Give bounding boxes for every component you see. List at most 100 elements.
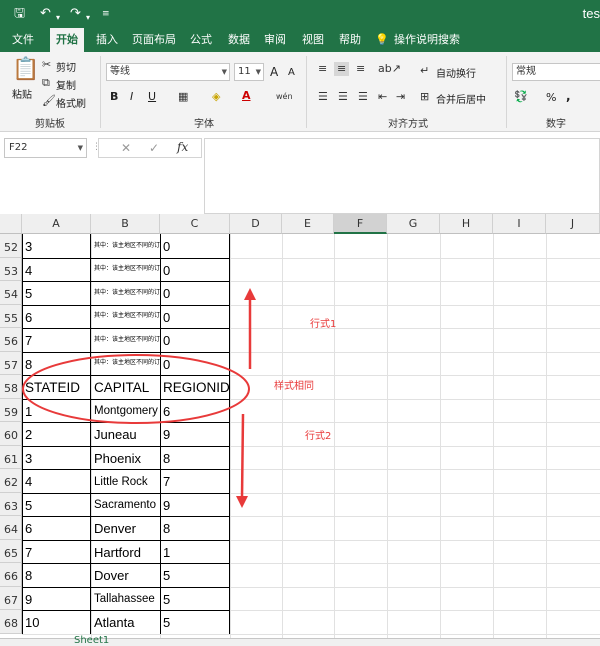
cell-a58[interactable]: STATEID <box>23 375 91 399</box>
cell-b59[interactable]: Montgomery <box>92 399 160 422</box>
wrap-text-button[interactable]: 自动换行 <box>436 65 476 80</box>
cell-a66[interactable]: 8 <box>23 563 91 587</box>
cell-b58[interactable]: CAPITAL <box>92 375 160 399</box>
cell-a52[interactable]: 3 <box>23 234 91 258</box>
row-header[interactable]: 56 <box>0 328 22 352</box>
cell-c63[interactable]: 9 <box>161 493 230 516</box>
cell-a54[interactable]: 5 <box>23 281 91 305</box>
row-header[interactable]: 63 <box>0 493 22 516</box>
row-header[interactable]: 59 <box>0 399 22 422</box>
customize-toolbar-icon[interactable]: ≡ <box>102 6 110 22</box>
undo-icon[interactable]: ↶ <box>40 6 51 22</box>
tab-file[interactable]: 文件 <box>6 28 40 52</box>
cell-b65[interactable]: Hartford <box>92 540 160 563</box>
cut-button[interactable]: 剪切 <box>56 59 76 74</box>
column-header-g[interactable]: G <box>387 214 440 234</box>
tell-me-search[interactable]: 操作说明搜索 <box>394 28 474 52</box>
align-bottom-icon[interactable]: ≡ <box>356 62 365 76</box>
tab-page-layout[interactable]: 页面布局 <box>130 28 178 52</box>
increase-indent-icon[interactable]: ⇥ <box>396 90 405 104</box>
cell-b68[interactable]: Atlanta <box>92 610 160 634</box>
cell-a62[interactable]: 4 <box>23 469 91 493</box>
bold-button[interactable]: B <box>110 90 118 103</box>
cell-b64[interactable]: Denver <box>92 516 160 540</box>
column-header-j[interactable]: J <box>546 214 600 234</box>
cell-a53[interactable]: 4 <box>23 258 91 281</box>
column-header-b[interactable]: B <box>91 214 160 234</box>
column-header-c[interactable]: C <box>160 214 230 234</box>
cell-c66[interactable]: 5 <box>161 563 230 587</box>
paste-button[interactable]: 粘贴 <box>12 86 32 101</box>
cell-b54[interactable]: 其中：该主地区不同的订单 <box>92 281 160 305</box>
align-left-icon[interactable]: ☰ <box>318 90 328 104</box>
cell-c59[interactable]: 6 <box>161 399 230 422</box>
copy-icon[interactable]: ⧉ <box>42 76 50 90</box>
cell-b53[interactable]: 其中：该主地区不同的订单 <box>92 258 160 281</box>
tab-view[interactable]: 视图 <box>296 28 330 52</box>
fill-color-icon[interactable]: ◈ <box>212 90 220 104</box>
cell-c68[interactable]: 5 <box>161 610 230 634</box>
column-header-h[interactable]: H <box>440 214 493 234</box>
tab-formulas[interactable]: 公式 <box>184 28 218 52</box>
worksheet-grid[interactable]: ABCDEFGHIJ 52 3 其中：该主地区不同的订单 0 53 4 其中：该主地区不同的… <box>0 214 600 638</box>
row-header[interactable]: 55 <box>0 305 22 328</box>
orientation-icon[interactable]: ab↗ <box>378 62 401 76</box>
row-header[interactable]: 60 <box>0 422 22 446</box>
align-middle-icon[interactable]: ≡ <box>334 62 350 76</box>
cell-c52[interactable]: 0 <box>161 234 230 258</box>
cell-a57[interactable]: 8 <box>23 352 91 375</box>
decrease-indent-icon[interactable]: ⇤ <box>378 90 387 104</box>
format-painter-button[interactable]: 格式刷 <box>56 95 86 110</box>
column-header-e[interactable]: E <box>282 214 334 234</box>
cell-b63[interactable]: Sacramento <box>92 493 160 516</box>
phonetic-icon[interactable]: wén <box>276 90 293 104</box>
row-header[interactable]: 54 <box>0 281 22 305</box>
row-header[interactable]: 53 <box>0 258 22 281</box>
cell-a61[interactable]: 3 <box>23 446 91 469</box>
cell-a63[interactable]: 5 <box>23 493 91 516</box>
merge-center-button[interactable]: 合并后居中 <box>436 91 486 106</box>
cell-c62[interactable]: 7 <box>161 469 230 493</box>
cell-b55[interactable]: 其中：该主地区不同的订单 <box>92 305 160 328</box>
row-header[interactable]: 66 <box>0 563 22 587</box>
cut-icon[interactable]: ✂ <box>42 58 51 72</box>
tab-review[interactable]: 审阅 <box>258 28 292 52</box>
sheet-tab-sheet1[interactable]: Sheet1 <box>74 635 109 646</box>
row-header[interactable]: 68 <box>0 610 22 634</box>
cell-a67[interactable]: 9 <box>23 587 91 610</box>
borders-icon[interactable]: ▦ <box>178 90 188 104</box>
column-header-d[interactable]: D <box>230 214 282 234</box>
align-center-icon[interactable]: ☰ <box>338 90 348 104</box>
cell-a64[interactable]: 6 <box>23 516 91 540</box>
cell-b52[interactable]: 其中：该主地区不同的订单 <box>92 234 160 258</box>
italic-button[interactable]: I <box>130 90 133 103</box>
font-size-combo[interactable]: 11 ▼ <box>234 63 264 81</box>
percent-button[interactable]: % <box>546 91 556 104</box>
row-header[interactable]: 57 <box>0 352 22 375</box>
cell-b57[interactable]: 其中：该主地区不同的订单 <box>92 352 160 375</box>
cell-c65[interactable]: 1 <box>161 540 230 563</box>
cell-c64[interactable]: 8 <box>161 516 230 540</box>
paste-icon[interactable]: 📋 <box>12 58 39 82</box>
redo-dropdown-icon[interactable]: ▾ <box>86 10 90 26</box>
cell-a68[interactable]: 10 <box>23 610 91 634</box>
cell-a65[interactable]: 7 <box>23 540 91 563</box>
insert-function-icon[interactable]: fx <box>177 140 188 154</box>
copy-button[interactable]: 复制 <box>56 77 76 92</box>
cell-b60[interactable]: Juneau <box>92 422 160 446</box>
align-right-icon[interactable]: ☰ <box>358 90 368 104</box>
shrink-font-button[interactable]: A <box>288 67 295 78</box>
cell-b61[interactable]: Phoenix <box>92 446 160 469</box>
row-header[interactable]: 67 <box>0 587 22 610</box>
font-name-combo[interactable]: 等线 ▼ <box>106 63 230 81</box>
row-header[interactable]: 65 <box>0 540 22 563</box>
formula-input[interactable] <box>204 138 600 214</box>
row-header[interactable]: 64 <box>0 516 22 540</box>
cell-a55[interactable]: 6 <box>23 305 91 328</box>
row-header[interactable]: 52 <box>0 234 22 258</box>
column-header-a[interactable]: A <box>22 214 91 234</box>
column-header-i[interactable]: I <box>493 214 546 234</box>
format-painter-icon[interactable]: 🖌 <box>42 94 56 108</box>
cell-c54[interactable]: 0 <box>161 281 230 305</box>
cell-a60[interactable]: 2 <box>23 422 91 446</box>
